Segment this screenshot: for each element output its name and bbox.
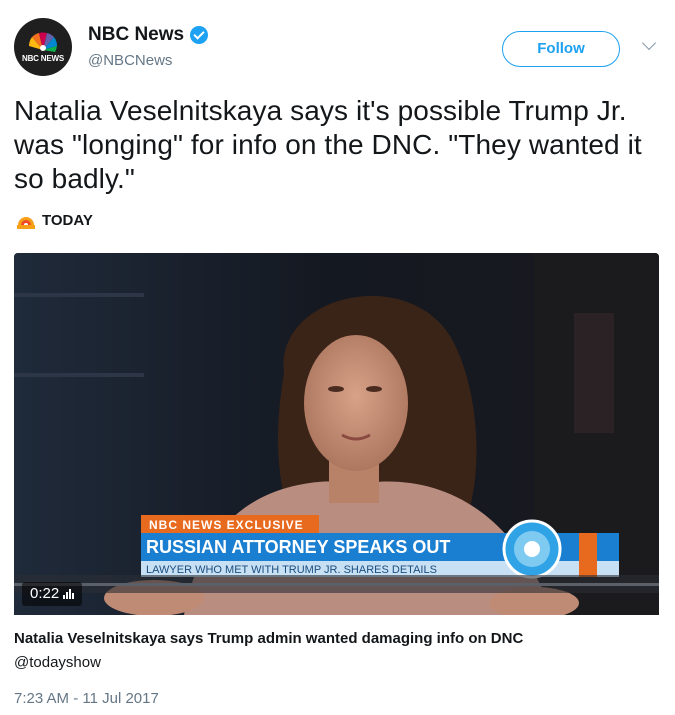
avatar-label: NBC NEWS [22,54,64,63]
nbc-peacock-icon [29,32,57,52]
tweet-header: NBC NEWS NBC News @NBCNews Follow [14,18,662,80]
volume-bars-icon [63,589,75,599]
handle[interactable]: @NBCNews [88,52,172,69]
avatar[interactable]: NBC NEWS [14,18,72,76]
duration-text: 0:22 [30,585,60,602]
follow-button[interactable]: Follow [502,31,620,67]
chyron-subline: LAWYER WHO MET WITH TRUMP JR. SHARES DET… [146,564,437,576]
source-name: TODAY [42,212,93,229]
card-title[interactable]: Natalia Veselnitskaya says Trump admin w… [14,630,523,647]
verified-badge-icon [190,26,209,44]
card-domain[interactable]: @todayshow [14,654,101,671]
name-row: NBC News [88,24,209,46]
chyron-headline: RUSSIAN ATTORNEY SPEAKS OUT [146,537,450,557]
chyron-tag: NBC NEWS EXCLUSIVE [149,518,304,532]
video-frame: NBC NEWS EXCLUSIVE RUSSIAN ATTORNEY SPEA… [14,253,659,615]
tweet-text: Natalia Veselnitskaya says it's possible… [14,95,642,194]
chevron-down-icon[interactable] [641,35,657,51]
display-name[interactable]: NBC News [88,24,184,46]
timestamp[interactable]: 7:23 AM - 11 Jul 2017 [14,690,159,707]
video-duration: 0:22 [22,582,83,606]
today-logo-icon [17,216,35,229]
video-player[interactable]: NBC NEWS EXCLUSIVE RUSSIAN ATTORNEY SPEA… [14,253,659,615]
card-source[interactable]: TODAY [16,212,93,229]
